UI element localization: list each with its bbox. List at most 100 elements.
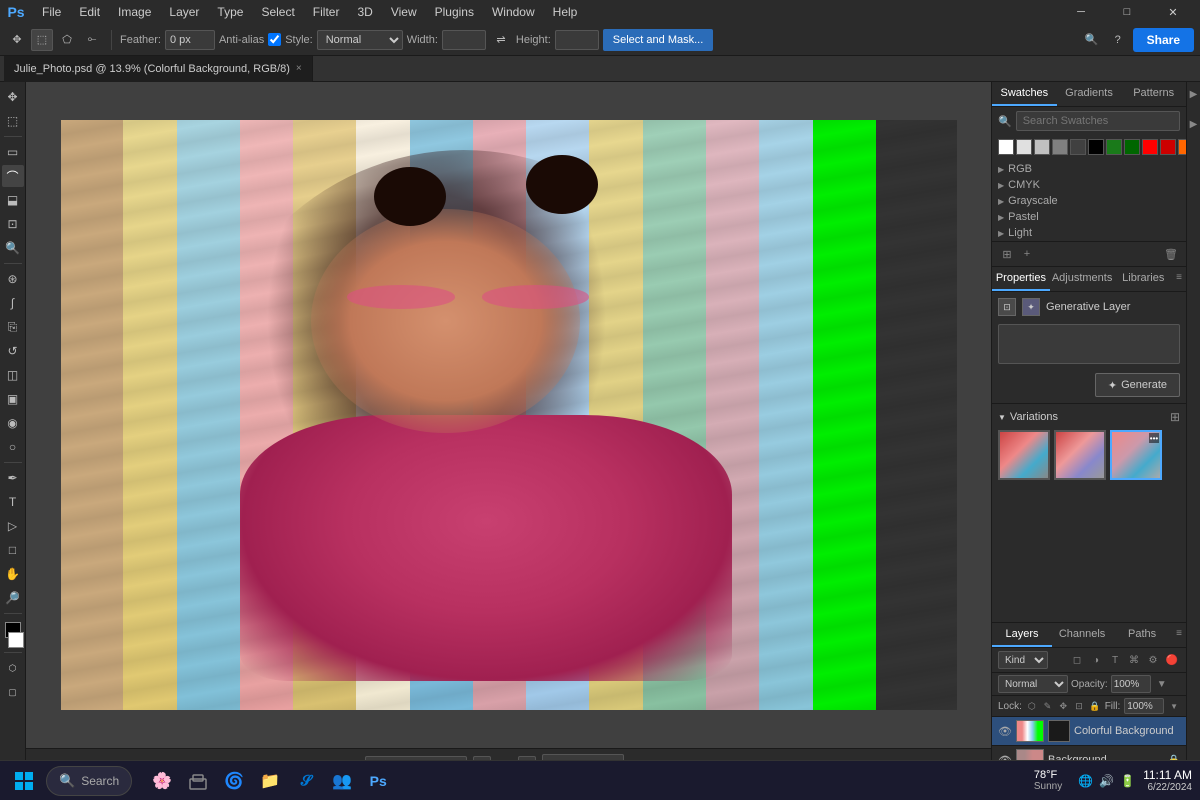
taskbar-teams-app[interactable]: 👥 bbox=[326, 765, 358, 797]
swatch-darkgreen[interactable] bbox=[1124, 139, 1140, 155]
tab-paths[interactable]: Paths bbox=[1112, 623, 1172, 647]
menu-file[interactable]: File bbox=[34, 3, 69, 21]
menu-type[interactable]: Type bbox=[209, 3, 251, 21]
lock-image-icon[interactable]: ✎ bbox=[1042, 698, 1054, 714]
tab-properties[interactable]: Properties bbox=[992, 267, 1050, 291]
maximize-button[interactable]: □ bbox=[1104, 0, 1150, 24]
brush-tool[interactable]: ∫ bbox=[2, 292, 24, 314]
layer-row-colorful[interactable]: 👁 Colorful Background bbox=[992, 717, 1186, 746]
variation-2[interactable] bbox=[1054, 430, 1106, 480]
share-button[interactable]: Share bbox=[1133, 28, 1194, 52]
layer-kind-filter[interactable]: Kind bbox=[998, 651, 1048, 669]
filter-shape-icon[interactable]: ⌘ bbox=[1126, 652, 1142, 668]
start-button[interactable] bbox=[8, 765, 40, 797]
variations-grid-icon[interactable]: ⊞ bbox=[1170, 410, 1180, 424]
swatch-green[interactable] bbox=[1106, 139, 1122, 155]
lock-transparent-icon[interactable]: ⬡ bbox=[1026, 698, 1038, 714]
panel-toggle-2[interactable]: ▶ bbox=[1188, 118, 1200, 130]
swatch-midgray[interactable] bbox=[1052, 139, 1068, 155]
lasso-icon[interactable]: ⬚ bbox=[31, 29, 53, 51]
height-input[interactable] bbox=[555, 30, 599, 50]
swatch-darkgray[interactable] bbox=[1070, 139, 1086, 155]
hand-tool[interactable]: ✋ bbox=[2, 563, 24, 585]
polygon-lasso-icon[interactable]: ⬠ bbox=[56, 29, 78, 51]
object-select-tool[interactable]: ⬓ bbox=[2, 189, 24, 211]
taskbar-edge-app[interactable]: 🌀 bbox=[218, 765, 250, 797]
filter-smart-icon[interactable]: ⚙ bbox=[1145, 652, 1161, 668]
clone-tool[interactable]: ⎘ bbox=[2, 316, 24, 338]
filter-type-icon[interactable]: T bbox=[1107, 652, 1123, 668]
tab-close-icon[interactable]: × bbox=[296, 63, 302, 74]
anti-alias-checkbox[interactable] bbox=[268, 33, 281, 46]
generate-button[interactable]: ✦ Generate bbox=[1095, 373, 1180, 397]
swatch-black[interactable] bbox=[1088, 139, 1104, 155]
variation-1[interactable] bbox=[998, 430, 1050, 480]
gradient-tool[interactable]: ▣ bbox=[2, 388, 24, 410]
sound-icon[interactable]: 🔊 bbox=[1099, 774, 1114, 788]
swatch-gray[interactable] bbox=[1034, 139, 1050, 155]
history-brush-tool[interactable]: ↺ bbox=[2, 340, 24, 362]
filter-lock-icon[interactable]: 🔴 bbox=[1164, 652, 1180, 668]
blend-mode-select[interactable]: Normal Multiply Screen bbox=[998, 675, 1068, 693]
swap-icon[interactable]: ⇌ bbox=[490, 29, 512, 51]
swatch-white[interactable] bbox=[998, 139, 1014, 155]
delete-swatch-icon[interactable]: 🗑 bbox=[1162, 245, 1180, 263]
minimize-button[interactable]: ─ bbox=[1058, 0, 1104, 24]
document-tab[interactable]: Julie_Photo.psd @ 13.9% (Colorful Backgr… bbox=[4, 56, 313, 82]
lock-all-icon[interactable]: 🔒 bbox=[1089, 698, 1101, 714]
variation-3[interactable]: ••• bbox=[1110, 430, 1162, 480]
lock-artboard-icon[interactable]: ⊡ bbox=[1073, 698, 1085, 714]
battery-icon[interactable]: 🔋 bbox=[1120, 774, 1135, 788]
tab-libraries[interactable]: Libraries bbox=[1114, 267, 1172, 291]
width-input[interactable] bbox=[442, 30, 486, 50]
zoom-tool[interactable]: 🔎 bbox=[2, 587, 24, 609]
screen-mode-tool[interactable]: ▢ bbox=[2, 681, 24, 703]
network-icon[interactable]: 🌐 bbox=[1078, 774, 1093, 788]
menu-3d[interactable]: 3D bbox=[349, 3, 380, 21]
path-tool[interactable]: ▷ bbox=[2, 515, 24, 537]
taskbar-search[interactable]: 🔍 Search bbox=[46, 766, 132, 796]
menu-image[interactable]: Image bbox=[110, 3, 159, 21]
taskbar-ps-app[interactable]: Ps bbox=[362, 765, 394, 797]
swatch-lightgray[interactable] bbox=[1016, 139, 1032, 155]
menu-help[interactable]: Help bbox=[545, 3, 586, 21]
new-swatch-icon[interactable]: + bbox=[1018, 245, 1036, 263]
new-group-icon[interactable]: ⊞ bbox=[998, 245, 1016, 263]
menu-plugins[interactable]: Plugins bbox=[427, 3, 482, 21]
tab-gradients[interactable]: Gradients bbox=[1057, 82, 1122, 106]
blur-tool[interactable]: ◉ bbox=[2, 412, 24, 434]
move-tool-icon[interactable]: ✥ bbox=[6, 29, 28, 51]
swatch-group-rgb[interactable]: ▶ RGB bbox=[992, 161, 1186, 177]
swatch-group-light[interactable]: ▶ Light bbox=[992, 225, 1186, 241]
swatch-group-cmyk[interactable]: ▶ CMYK bbox=[992, 177, 1186, 193]
tab-adjustments[interactable]: Adjustments bbox=[1050, 267, 1115, 291]
properties-more-icon[interactable]: ≡ bbox=[1172, 267, 1186, 291]
swatches-search[interactable] bbox=[1016, 111, 1180, 131]
feather-input[interactable] bbox=[165, 30, 215, 50]
marquee-tool[interactable]: ▭ bbox=[2, 141, 24, 163]
opacity-arrow-icon[interactable]: ▼ bbox=[1154, 676, 1170, 692]
fill-input[interactable] bbox=[1124, 698, 1164, 714]
filter-pixel-icon[interactable]: ◻ bbox=[1069, 652, 1085, 668]
artboard-tool[interactable]: ⬚ bbox=[2, 110, 24, 132]
tab-channels[interactable]: Channels bbox=[1052, 623, 1112, 647]
filter-adj-icon[interactable]: ◑ bbox=[1088, 652, 1104, 668]
spot-heal-tool[interactable]: ⊛ bbox=[2, 268, 24, 290]
close-button[interactable]: ✕ bbox=[1150, 0, 1196, 24]
quick-mask-tool[interactable]: ⬡ bbox=[2, 657, 24, 679]
swatch-red[interactable] bbox=[1142, 139, 1158, 155]
help-icon[interactable]: ? bbox=[1107, 29, 1129, 51]
crop-tool[interactable]: ⊡ bbox=[2, 213, 24, 235]
color-picker[interactable] bbox=[2, 622, 24, 648]
tab-patterns[interactable]: Patterns bbox=[1121, 82, 1186, 106]
background-color[interactable] bbox=[8, 632, 24, 648]
panel-toggle-1[interactable]: ▶ bbox=[1188, 88, 1200, 100]
menu-view[interactable]: View bbox=[383, 3, 425, 21]
layer-visibility-icon[interactable]: 👁 bbox=[998, 724, 1012, 738]
lock-position-icon[interactable]: ✥ bbox=[1057, 698, 1069, 714]
select-mask-button[interactable]: Select and Mask... bbox=[603, 29, 714, 51]
eyedropper-tool[interactable]: 🔍 bbox=[2, 237, 24, 259]
opacity-input[interactable] bbox=[1111, 675, 1151, 693]
text-tool[interactable]: T bbox=[2, 491, 24, 513]
swatch-group-pastel[interactable]: ▶ Pastel bbox=[992, 209, 1186, 225]
